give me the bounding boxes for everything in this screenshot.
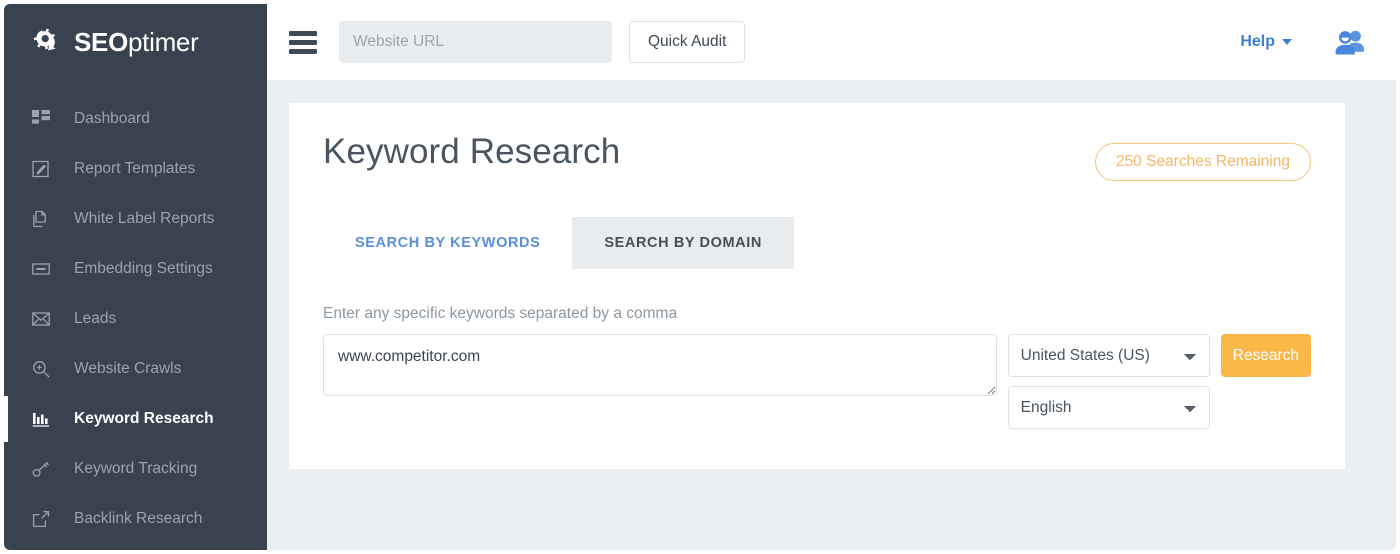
key-icon — [31, 460, 50, 479]
sidebar-item-label: Keyword Tracking — [74, 460, 197, 478]
sidebar-nav: Dashboard Report Templates White Label R… — [4, 80, 267, 544]
brand-name: SEOptimer — [74, 27, 198, 58]
search-mode-tabs: SEARCH BY KEYWORDS SEARCH BY DOMAIN — [323, 217, 1311, 269]
search-form-row: United States (US) English Research — [323, 334, 1311, 429]
quick-audit-button[interactable]: Quick Audit — [629, 21, 745, 63]
keyword-research-card: Keyword Research 250 Searches Remaining … — [289, 103, 1345, 469]
brand-logo[interactable]: SEOptimer — [4, 4, 267, 80]
app-screenshot-frame: SEOptimer Dashboard Report Templates — [0, 0, 1400, 554]
sidebar-item-label: Embedding Settings — [74, 260, 213, 278]
searches-remaining-badge: 250 Searches Remaining — [1095, 143, 1311, 181]
sidebar-item-label: Leads — [74, 310, 116, 328]
card-header: Keyword Research 250 Searches Remaining — [323, 131, 1311, 181]
research-button[interactable]: Research — [1221, 334, 1311, 377]
content-area: Keyword Research 250 Searches Remaining … — [267, 80, 1396, 550]
sidebar-item-keyword-tracking[interactable]: Keyword Tracking — [4, 444, 267, 494]
help-label: Help — [1240, 33, 1275, 51]
tab-search-by-keywords[interactable]: SEARCH BY KEYWORDS — [323, 217, 572, 269]
app-window: SEOptimer Dashboard Report Templates — [4, 4, 1396, 550]
sidebar-item-white-label-reports[interactable]: White Label Reports — [4, 194, 267, 244]
sidebar-item-leads[interactable]: Leads — [4, 294, 267, 344]
main-area: Quick Audit Help — [267, 4, 1396, 550]
sidebar-item-label: Report Templates — [74, 160, 195, 178]
sidebar-item-label: White Label Reports — [74, 210, 214, 228]
sidebar-item-dashboard[interactable]: Dashboard — [4, 94, 267, 144]
external-link-icon — [31, 510, 50, 529]
sidebar-item-website-crawls[interactable]: Website Crawls — [4, 344, 267, 394]
sidebar-item-report-templates[interactable]: Report Templates — [4, 144, 267, 194]
sidebar-item-label: Website Crawls — [74, 360, 181, 378]
bar-chart-icon — [31, 410, 50, 429]
help-dropdown[interactable]: Help — [1240, 33, 1292, 51]
language-select[interactable]: English — [1008, 386, 1210, 429]
keywords-textarea[interactable] — [323, 334, 997, 396]
sidebar: SEOptimer Dashboard Report Templates — [4, 4, 267, 550]
active-indicator-bar — [4, 396, 8, 442]
grid-dashboard-icon — [31, 110, 50, 129]
country-select[interactable]: United States (US) — [1008, 334, 1210, 377]
keywords-field-label: Enter any specific keywords separated by… — [323, 305, 1311, 323]
sidebar-item-label: Dashboard — [74, 110, 150, 128]
gear-arrows-icon — [31, 25, 65, 59]
website-url-input[interactable] — [339, 21, 612, 63]
pencil-square-icon — [31, 160, 50, 179]
sidebar-item-embedding-settings[interactable]: Embedding Settings — [4, 244, 267, 294]
locale-selects: United States (US) English — [1008, 334, 1210, 429]
caret-down-icon — [1282, 39, 1292, 45]
top-bar: Quick Audit Help — [267, 4, 1396, 80]
users-avatar-icon[interactable] — [1334, 29, 1366, 55]
copy-documents-icon — [31, 210, 50, 229]
envelope-icon — [31, 310, 50, 329]
magnifier-plus-icon — [31, 360, 50, 379]
tab-search-by-domain[interactable]: SEARCH BY DOMAIN — [572, 217, 794, 269]
sidebar-item-label: Backlink Research — [74, 510, 202, 528]
page-title: Keyword Research — [323, 131, 620, 173]
sidebar-item-backlink-research[interactable]: Backlink Research — [4, 494, 267, 544]
sidebar-item-label: Keyword Research — [74, 410, 214, 428]
hamburger-menu-icon[interactable] — [289, 27, 319, 57]
sidebar-item-keyword-research[interactable]: Keyword Research — [4, 394, 267, 444]
inbox-tray-icon — [31, 260, 50, 279]
